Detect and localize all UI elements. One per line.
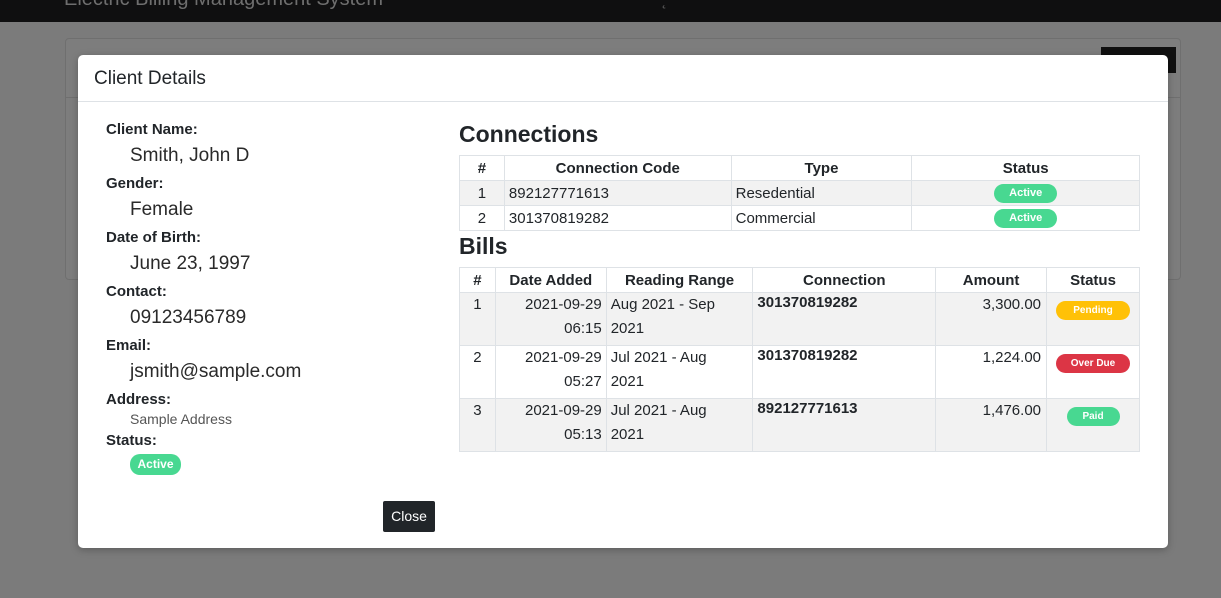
- column-header: #: [459, 155, 505, 181]
- reading-range: Jul 2021 - Aug 2021: [605, 398, 754, 452]
- client-name-value: Smith, John D: [130, 145, 250, 166]
- contact-label: Contact:: [106, 283, 167, 300]
- modal-header: Client Details: [78, 55, 1168, 102]
- connection-type: Resedential: [730, 180, 913, 206]
- bill-connection: 301370819282: [752, 292, 937, 346]
- column-header: Status: [911, 155, 1140, 181]
- date-value: 2021-09-29: [524, 296, 602, 313]
- connection-code: 301370819282: [503, 205, 732, 231]
- time-value: 05:13: [564, 426, 602, 443]
- row-number: 3: [459, 398, 496, 452]
- table-row: 2 301370819282 Commercial Active: [459, 205, 1140, 231]
- column-header: Date Added: [494, 267, 607, 293]
- connection-type: Commercial: [730, 205, 913, 231]
- connections-header-row: # Connection Code Type Status: [459, 155, 1140, 181]
- reading-range: Aug 2021 - Sep 2021: [605, 292, 754, 346]
- date-added: 2021-09-29 06:15: [494, 292, 607, 346]
- status-cell: Pending: [1046, 292, 1140, 346]
- row-number: 1: [459, 292, 496, 346]
- client-info-panel: Client Name: Smith, John D Gender: Femal…: [106, 120, 436, 475]
- date-value: 2021-09-29: [524, 349, 602, 366]
- connections-heading: Connections: [459, 121, 599, 147]
- contact-value: 09123456789: [130, 307, 247, 328]
- status-cell: Active: [911, 180, 1140, 206]
- column-header: #: [459, 267, 496, 293]
- status-cell: Paid: [1046, 398, 1140, 452]
- dob-value: June 23, 1997: [130, 253, 251, 274]
- bill-amount: 1,476.00: [935, 398, 1047, 452]
- range-line: 2021: [610, 426, 645, 443]
- bills-heading: Bills: [459, 233, 508, 259]
- column-header: Connection: [752, 267, 937, 293]
- bills-header-row: # Date Added Reading Range Connection Am…: [459, 267, 1140, 293]
- email-value: jsmith@sample.com: [130, 361, 302, 382]
- bills-table: # Date Added Reading Range Connection Am…: [459, 267, 1140, 452]
- records-panel: Connections # Connection Code Type Statu…: [459, 119, 1140, 452]
- navbar-item: ˛: [662, 0, 668, 9]
- table-row: 3 2021-09-29 05:13 Jul 2021 - Aug 2021 892…: [459, 398, 1140, 452]
- table-row: 2 2021-09-29 05:27 Jul 2021 - Aug 2021 301…: [459, 345, 1140, 399]
- status-cell: Over Due: [1046, 345, 1140, 399]
- bill-connection: 892127771613: [752, 398, 937, 452]
- bill-amount: 3,300.00: [935, 292, 1047, 346]
- top-navbar: Electric Billing Management System ˛: [0, 0, 1221, 22]
- table-row: 1 892127771613 Resedential Active: [459, 180, 1140, 206]
- range-line: Jul 2021 - Aug: [610, 349, 707, 366]
- column-header: Status: [1046, 267, 1140, 293]
- column-header: Amount: [935, 267, 1047, 293]
- bill-amount: 1,224.00: [935, 345, 1047, 399]
- app-brand: Electric Billing Management System: [64, 0, 383, 11]
- row-number: 1: [459, 180, 505, 206]
- client-status-badge: Active: [130, 454, 181, 475]
- gender-value: Female: [130, 199, 194, 220]
- status-badge: Pending: [1056, 301, 1130, 320]
- connections-table: # Connection Code Type Status 1 89212777…: [459, 155, 1140, 231]
- status-badge: Paid: [1066, 407, 1120, 426]
- column-header: Reading Range: [605, 267, 754, 293]
- row-number: 2: [459, 205, 505, 231]
- time-value: 05:27: [564, 373, 602, 390]
- reading-range: Jul 2021 - Aug 2021: [605, 345, 754, 399]
- status-badge: Active: [994, 209, 1058, 228]
- address-label: Address:: [106, 391, 172, 408]
- close-button[interactable]: Close: [383, 501, 435, 532]
- range-line: Jul 2021 - Aug: [610, 402, 707, 419]
- range-line: 2021: [610, 320, 645, 337]
- status-badge: Active: [994, 184, 1058, 203]
- column-header: Connection Code: [503, 155, 732, 181]
- time-value: 06:15: [564, 320, 602, 337]
- status-cell: Active: [911, 205, 1140, 231]
- gender-label: Gender:: [106, 175, 164, 192]
- status-badge: Over Due: [1056, 354, 1130, 373]
- row-number: 2: [459, 345, 496, 399]
- modal-title: Client Details: [94, 68, 206, 89]
- email-label: Email:: [106, 337, 152, 354]
- date-added: 2021-09-29 05:13: [494, 398, 607, 452]
- client-details-modal: Client Details Client Name: Smith, John …: [78, 55, 1168, 548]
- range-line: Aug 2021 - Sep: [610, 296, 715, 313]
- column-header: Type: [730, 155, 913, 181]
- client-name-label: Client Name:: [106, 121, 198, 138]
- date-added: 2021-09-29 05:27: [494, 345, 607, 399]
- address-value: Sample Address: [130, 411, 232, 427]
- dob-label: Date of Birth:: [106, 229, 201, 246]
- status-label: Status:: [106, 432, 157, 449]
- connection-code: 892127771613: [503, 180, 732, 206]
- table-row: 1 2021-09-29 06:15 Aug 2021 - Sep 2021 301…: [459, 292, 1140, 346]
- date-value: 2021-09-29: [524, 402, 602, 419]
- range-line: 2021: [610, 373, 645, 390]
- bill-connection: 301370819282: [752, 345, 937, 399]
